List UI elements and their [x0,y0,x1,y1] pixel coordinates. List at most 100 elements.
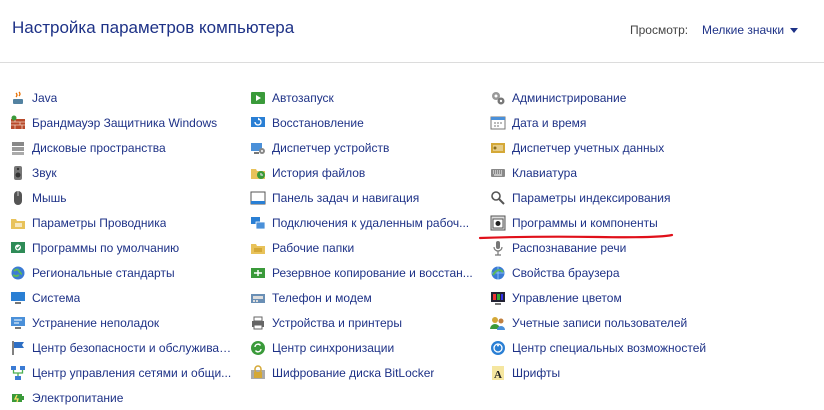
item-label: Шифрование диска BitLocker [272,365,435,380]
java-icon [10,90,26,106]
control-panel-item-storage-spaces[interactable]: Дисковые пространства [10,135,235,160]
control-panel-item-user-accounts[interactable]: Учетные записи пользователей [490,310,720,335]
admin-tools-icon [490,90,506,106]
control-panel-item-date-time[interactable]: Дата и время [490,110,720,135]
storage-spaces-icon [10,140,26,156]
devices-printers-icon [250,315,266,331]
item-label: Электропитание [32,390,124,405]
control-panel-item-work-folders[interactable]: Рабочие папки [250,235,475,260]
control-panel-item-bitlocker[interactable]: Шифрование диска BitLocker [250,360,475,385]
item-label: Свойства браузера [512,265,620,280]
item-label: Панель задач и навигация [272,190,420,205]
item-label: Автозапуск [272,90,334,105]
item-label: Дисковые пространства [32,140,166,155]
date-time-icon [490,115,506,131]
item-label: Брандмауэр Защитника Windows [32,115,218,130]
view-by-label: Просмотр: [630,23,689,37]
system-icon [10,290,26,306]
item-label: Учетные записи пользователей [512,315,688,330]
control-panel-item-mouse[interactable]: Мышь [10,185,235,210]
item-label: Программы по умолчанию [32,240,180,255]
work-folders-icon [250,240,266,256]
item-label: Клавиатура [512,165,577,180]
item-label: Звук [32,165,57,180]
network-icon [10,365,26,381]
control-panel-item-taskbar[interactable]: Панель задач и навигация [250,185,475,210]
item-label: История файлов [272,165,366,180]
control-panel-item-phone-modem[interactable]: Телефон и модем [250,285,475,310]
control-panel-item-folder-options[interactable]: Параметры Проводника [10,210,235,235]
control-panel-item-file-history[interactable]: История файлов [250,160,475,185]
control-panel-item-credential-manager[interactable]: Диспетчер учетных данных [490,135,720,160]
item-label: Резервное копирование и восстан... [272,265,473,280]
control-panel-item-fonts[interactable]: A Шрифты [490,360,720,385]
item-label: Java [32,90,58,105]
control-panel-item-admin-tools[interactable]: Администрирование [490,85,720,110]
control-panel-item-system[interactable]: Система [10,285,235,310]
items-column-2: Автозапуск Восстановление Диспетчер устрой… [250,85,475,385]
view-by-dropdown[interactable]: Мелкие значки [702,23,799,37]
item-label: Диспетчер учетных данных [512,140,665,155]
default-programs-icon [10,240,26,256]
control-panel-item-java[interactable]: Java [10,85,235,110]
power-icon [10,390,26,406]
item-label: Телефон и модем [272,290,372,305]
item-label: Центр специальных возможностей [512,340,707,355]
phone-modem-icon [250,290,266,306]
item-label: Центр синхронизации [272,340,395,355]
item-label: Система [32,290,81,305]
item-label: Администрирование [512,90,627,105]
view-by-value: Мелкие значки [702,23,785,37]
control-panel-item-backup[interactable]: Резервное копирование и восстан... [250,260,475,285]
control-panel-item-device-manager[interactable]: Диспетчер устройств [250,135,475,160]
svg-text:A: A [494,369,502,381]
file-history-icon [250,165,266,181]
item-label: Управление цветом [512,290,622,305]
control-panel-item-network[interactable]: Центр управления сетями и общи... [10,360,235,385]
keyboard-icon [490,165,506,181]
control-panel-item-keyboard[interactable]: Клавиатура [490,160,720,185]
sound-icon [10,165,26,181]
control-panel-item-color-management[interactable]: Управление цветом [490,285,720,310]
control-panel-item-security-flag[interactable]: Центр безопасности и обслуживан... [10,335,235,360]
device-manager-icon [250,140,266,156]
control-panel-item-internet-options[interactable]: Свойства браузера [490,260,720,285]
item-label: Шрифты [512,365,561,380]
control-panel-item-firewall[interactable]: Брандмауэр Защитника Windows [10,110,235,135]
autoplay-icon [250,90,266,106]
ease-of-access-icon [490,340,506,356]
item-label: Устранение неполадок [32,315,160,330]
item-label: Устройства и принтеры [272,315,402,330]
fonts-icon: A [490,365,506,381]
item-label: Мышь [32,190,67,205]
item-label: Программы и компоненты [512,215,658,230]
control-panel-item-indexing[interactable]: Параметры индексирования [490,185,720,210]
credential-manager-icon [490,140,506,156]
control-panel-item-devices-printers[interactable]: Устройства и принтеры [250,310,475,335]
control-panel-item-remote-desktop[interactable]: Подключения к удаленным рабоч... [250,210,475,235]
control-panel-item-default-programs[interactable]: Программы по умолчанию [10,235,235,260]
backup-icon [250,265,266,281]
region-icon [10,265,26,281]
taskbar-icon [250,190,266,206]
troubleshooting-icon [10,315,26,331]
item-label: Дата и время [512,115,587,130]
control-panel-item-recovery[interactable]: Восстановление [250,110,475,135]
item-label: Подключения к удаленным рабоч... [272,215,470,230]
mouse-icon [10,190,26,206]
control-panel-item-ease-of-access[interactable]: Центр специальных возможностей [490,335,720,360]
control-panel-item-troubleshooting[interactable]: Устранение неполадок [10,310,235,335]
control-panel-item-power[interactable]: Электропитание [10,385,235,410]
item-label: Рабочие папки [272,240,355,255]
item-label: Параметры индексирования [512,190,671,205]
control-panel-item-sound[interactable]: Звук [10,160,235,185]
recovery-icon [250,115,266,131]
firewall-icon [10,115,26,131]
indexing-icon [490,190,506,206]
color-management-icon [490,290,506,306]
programs-features-icon [490,215,506,231]
control-panel-item-sync-center[interactable]: Центр синхронизации [250,335,475,360]
control-panel-item-region[interactable]: Региональные стандарты [10,260,235,285]
control-panel-item-autoplay[interactable]: Автозапуск [250,85,475,110]
header: Настройка параметров компьютера Просмотр… [0,0,824,62]
